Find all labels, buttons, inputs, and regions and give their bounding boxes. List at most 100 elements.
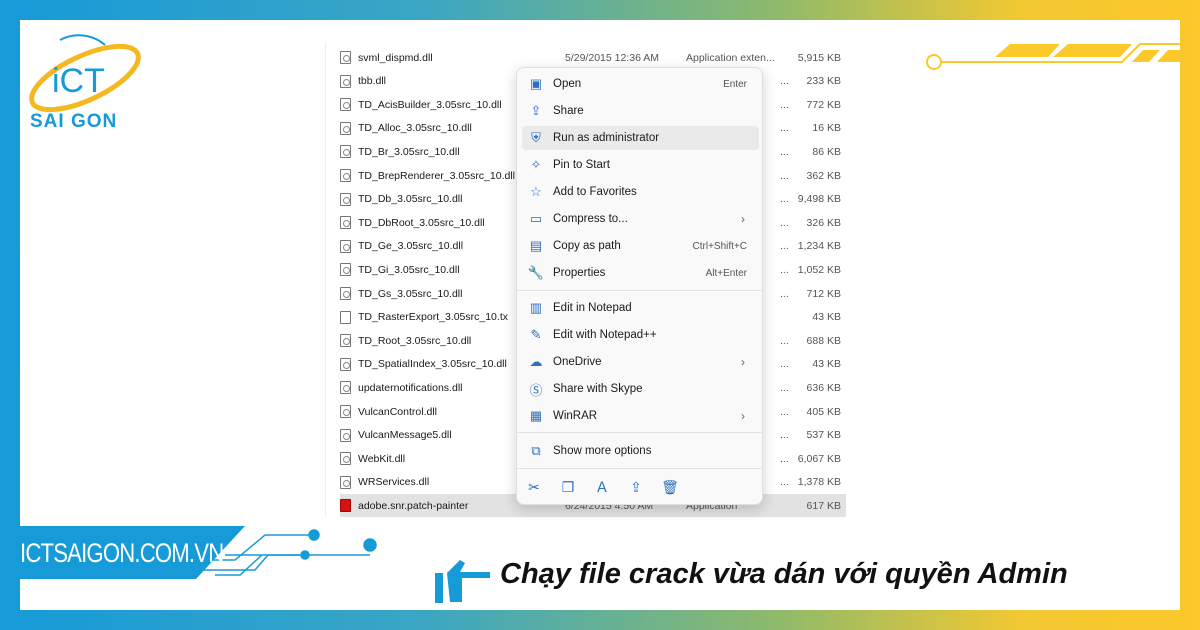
menu-item-add-to-favorites[interactable]: ☆ Add to Favorites xyxy=(522,180,759,204)
file-size: 1,052 KB xyxy=(797,263,841,276)
file-size: 233 KB xyxy=(806,75,841,88)
menu-item-label: Share with Skype xyxy=(553,383,643,395)
menu-item-properties[interactable]: 🔧 Properties Alt+Enter xyxy=(522,261,759,285)
file-size: 1,378 KB xyxy=(797,476,841,489)
caption: Chạy file crack vừa dán với quyền Admin xyxy=(500,558,1068,590)
file-type: ... xyxy=(780,358,789,371)
file-type: ... xyxy=(780,122,789,135)
file-type: ... xyxy=(780,216,789,229)
svg-text:SAI GON: SAI GON xyxy=(30,111,117,132)
menu-item-label: OneDrive xyxy=(553,356,602,368)
file-type: ... xyxy=(780,169,789,182)
menu-item-share[interactable]: ⇪ Share xyxy=(522,99,759,123)
menu-item-share-with-skype[interactable]: Ⓢ Share with Skype xyxy=(522,377,759,401)
file-size: 1,234 KB xyxy=(797,240,841,253)
file-size: 688 KB xyxy=(806,334,841,347)
file-type: ... xyxy=(780,75,789,88)
more-options-icon: ⧉ xyxy=(531,443,541,458)
menu-item-show-more-options[interactable]: ⧉ Show more options xyxy=(522,439,759,463)
winrar-icon: ▦ xyxy=(529,408,543,423)
dll-file-icon xyxy=(340,428,351,442)
dll-file-icon xyxy=(340,121,351,135)
share-icon: ⇪ xyxy=(530,103,542,118)
chevron-right-icon: › xyxy=(741,212,745,226)
file-size: 712 KB xyxy=(806,287,841,300)
menu-item-label: Run as administrator xyxy=(553,132,660,144)
menu-item-pin-to-start[interactable]: ✧ Pin to Start xyxy=(522,153,759,177)
file-size: 617 KB xyxy=(806,499,841,512)
file-size: 43 KB xyxy=(812,311,841,324)
cut-icon[interactable]: ✂ xyxy=(525,478,543,496)
menu-item-label: Copy as path xyxy=(553,240,621,252)
menu-item-winrar[interactable]: ▦ WinRAR › xyxy=(522,404,759,428)
file-type: ... xyxy=(780,429,789,442)
adobe-app-icon xyxy=(340,499,351,513)
star-icon: ☆ xyxy=(530,184,542,199)
dll-file-icon xyxy=(340,287,351,300)
file-size: 16 KB xyxy=(812,122,841,135)
cloud-icon: ☁ xyxy=(529,354,543,369)
file-type: ... xyxy=(780,240,789,253)
menu-item-edit-in-notepad[interactable]: ▥ Edit in Notepad xyxy=(522,296,759,320)
svg-text:iCT: iCT xyxy=(52,62,105,100)
copy-icon[interactable]: ❐ xyxy=(559,478,577,496)
dll-file-icon xyxy=(340,169,351,182)
menu-item-label: Share xyxy=(553,105,584,117)
menu-item-edit-with-notepad[interactable]: ✎ Edit with Notepad++ xyxy=(522,323,759,347)
file-size: 6,067 KB xyxy=(797,452,841,465)
skype-icon: Ⓢ xyxy=(529,382,543,398)
dll-file-icon xyxy=(340,98,351,112)
pin-icon: ✧ xyxy=(530,157,542,172)
menu-item-copy-as-path[interactable]: ▤ Copy as path Ctrl+Shift+C xyxy=(522,234,759,258)
dll-file-icon xyxy=(340,216,351,230)
file-size: 362 KB xyxy=(806,169,841,182)
file-type: ... xyxy=(780,145,789,158)
context-menu: ▣ Open Enter ⇪ Share ⛨ Run as administrator… xyxy=(516,67,763,505)
file-icon xyxy=(340,310,351,324)
menu-item-open[interactable]: ▣ Open Enter xyxy=(522,72,759,96)
share-icon[interactable]: ⇪ xyxy=(627,478,645,496)
file-size: 326 KB xyxy=(806,216,841,229)
file-type: ... xyxy=(780,476,789,489)
file-type: ... xyxy=(780,334,789,347)
path-icon: ▤ xyxy=(529,238,543,253)
dll-file-icon xyxy=(340,74,351,88)
dll-file-icon xyxy=(340,239,351,253)
menu-item-run-as-administrator[interactable]: ⛨ Run as administrator xyxy=(522,126,759,150)
dll-file-icon xyxy=(340,381,351,395)
file-size: 537 KB xyxy=(806,429,841,442)
menu-item-label: Properties xyxy=(553,267,606,279)
zip-icon: ▭ xyxy=(529,211,543,226)
logo: iCT SAI GON xyxy=(29,34,141,132)
menu-item-label: Edit in Notepad xyxy=(553,302,632,314)
dll-file-icon xyxy=(340,145,351,159)
file-size: 772 KB xyxy=(806,98,841,111)
menu-item-onedrive[interactable]: ☁ OneDrive › xyxy=(522,350,759,374)
pointing-hand-icon xyxy=(435,560,490,603)
file-type: ... xyxy=(780,405,789,418)
quick-actions-bar: ✂ ❐ Ａ ⇪ 🗑 xyxy=(525,478,679,496)
file-row[interactable]: svml_dispmd.dll 5/29/2015 12:36 AM Appli… xyxy=(340,46,846,69)
file-size: 636 KB xyxy=(806,381,841,394)
file-size: 5,915 KB xyxy=(797,51,841,64)
file-type: ... xyxy=(780,287,789,300)
menu-item-label: Compress to... xyxy=(553,213,628,225)
file-type: ... xyxy=(780,263,789,276)
delete-icon[interactable]: 🗑 xyxy=(661,478,679,496)
file-date: 5/29/2015 12:36 AM xyxy=(565,51,659,64)
open-icon: ▣ xyxy=(529,76,543,91)
shortcut: Alt+Enter xyxy=(705,267,747,279)
dll-file-icon xyxy=(340,51,351,64)
dll-file-icon xyxy=(340,475,351,489)
file-type: ... xyxy=(780,452,789,465)
shortcut: Ctrl+Shift+C xyxy=(692,240,747,252)
rename-icon[interactable]: Ａ xyxy=(593,478,611,496)
menu-separator xyxy=(517,290,762,291)
menu-separator xyxy=(517,432,762,433)
menu-item-compress-to[interactable]: ▭ Compress to... › xyxy=(522,207,759,231)
notepad-icon: ▥ xyxy=(529,300,543,315)
shield-icon: ⛨ xyxy=(531,130,541,145)
file-size: 43 KB xyxy=(812,358,841,371)
notepadpp-icon: ✎ xyxy=(530,327,542,342)
file-type: Application exten... xyxy=(686,51,775,64)
